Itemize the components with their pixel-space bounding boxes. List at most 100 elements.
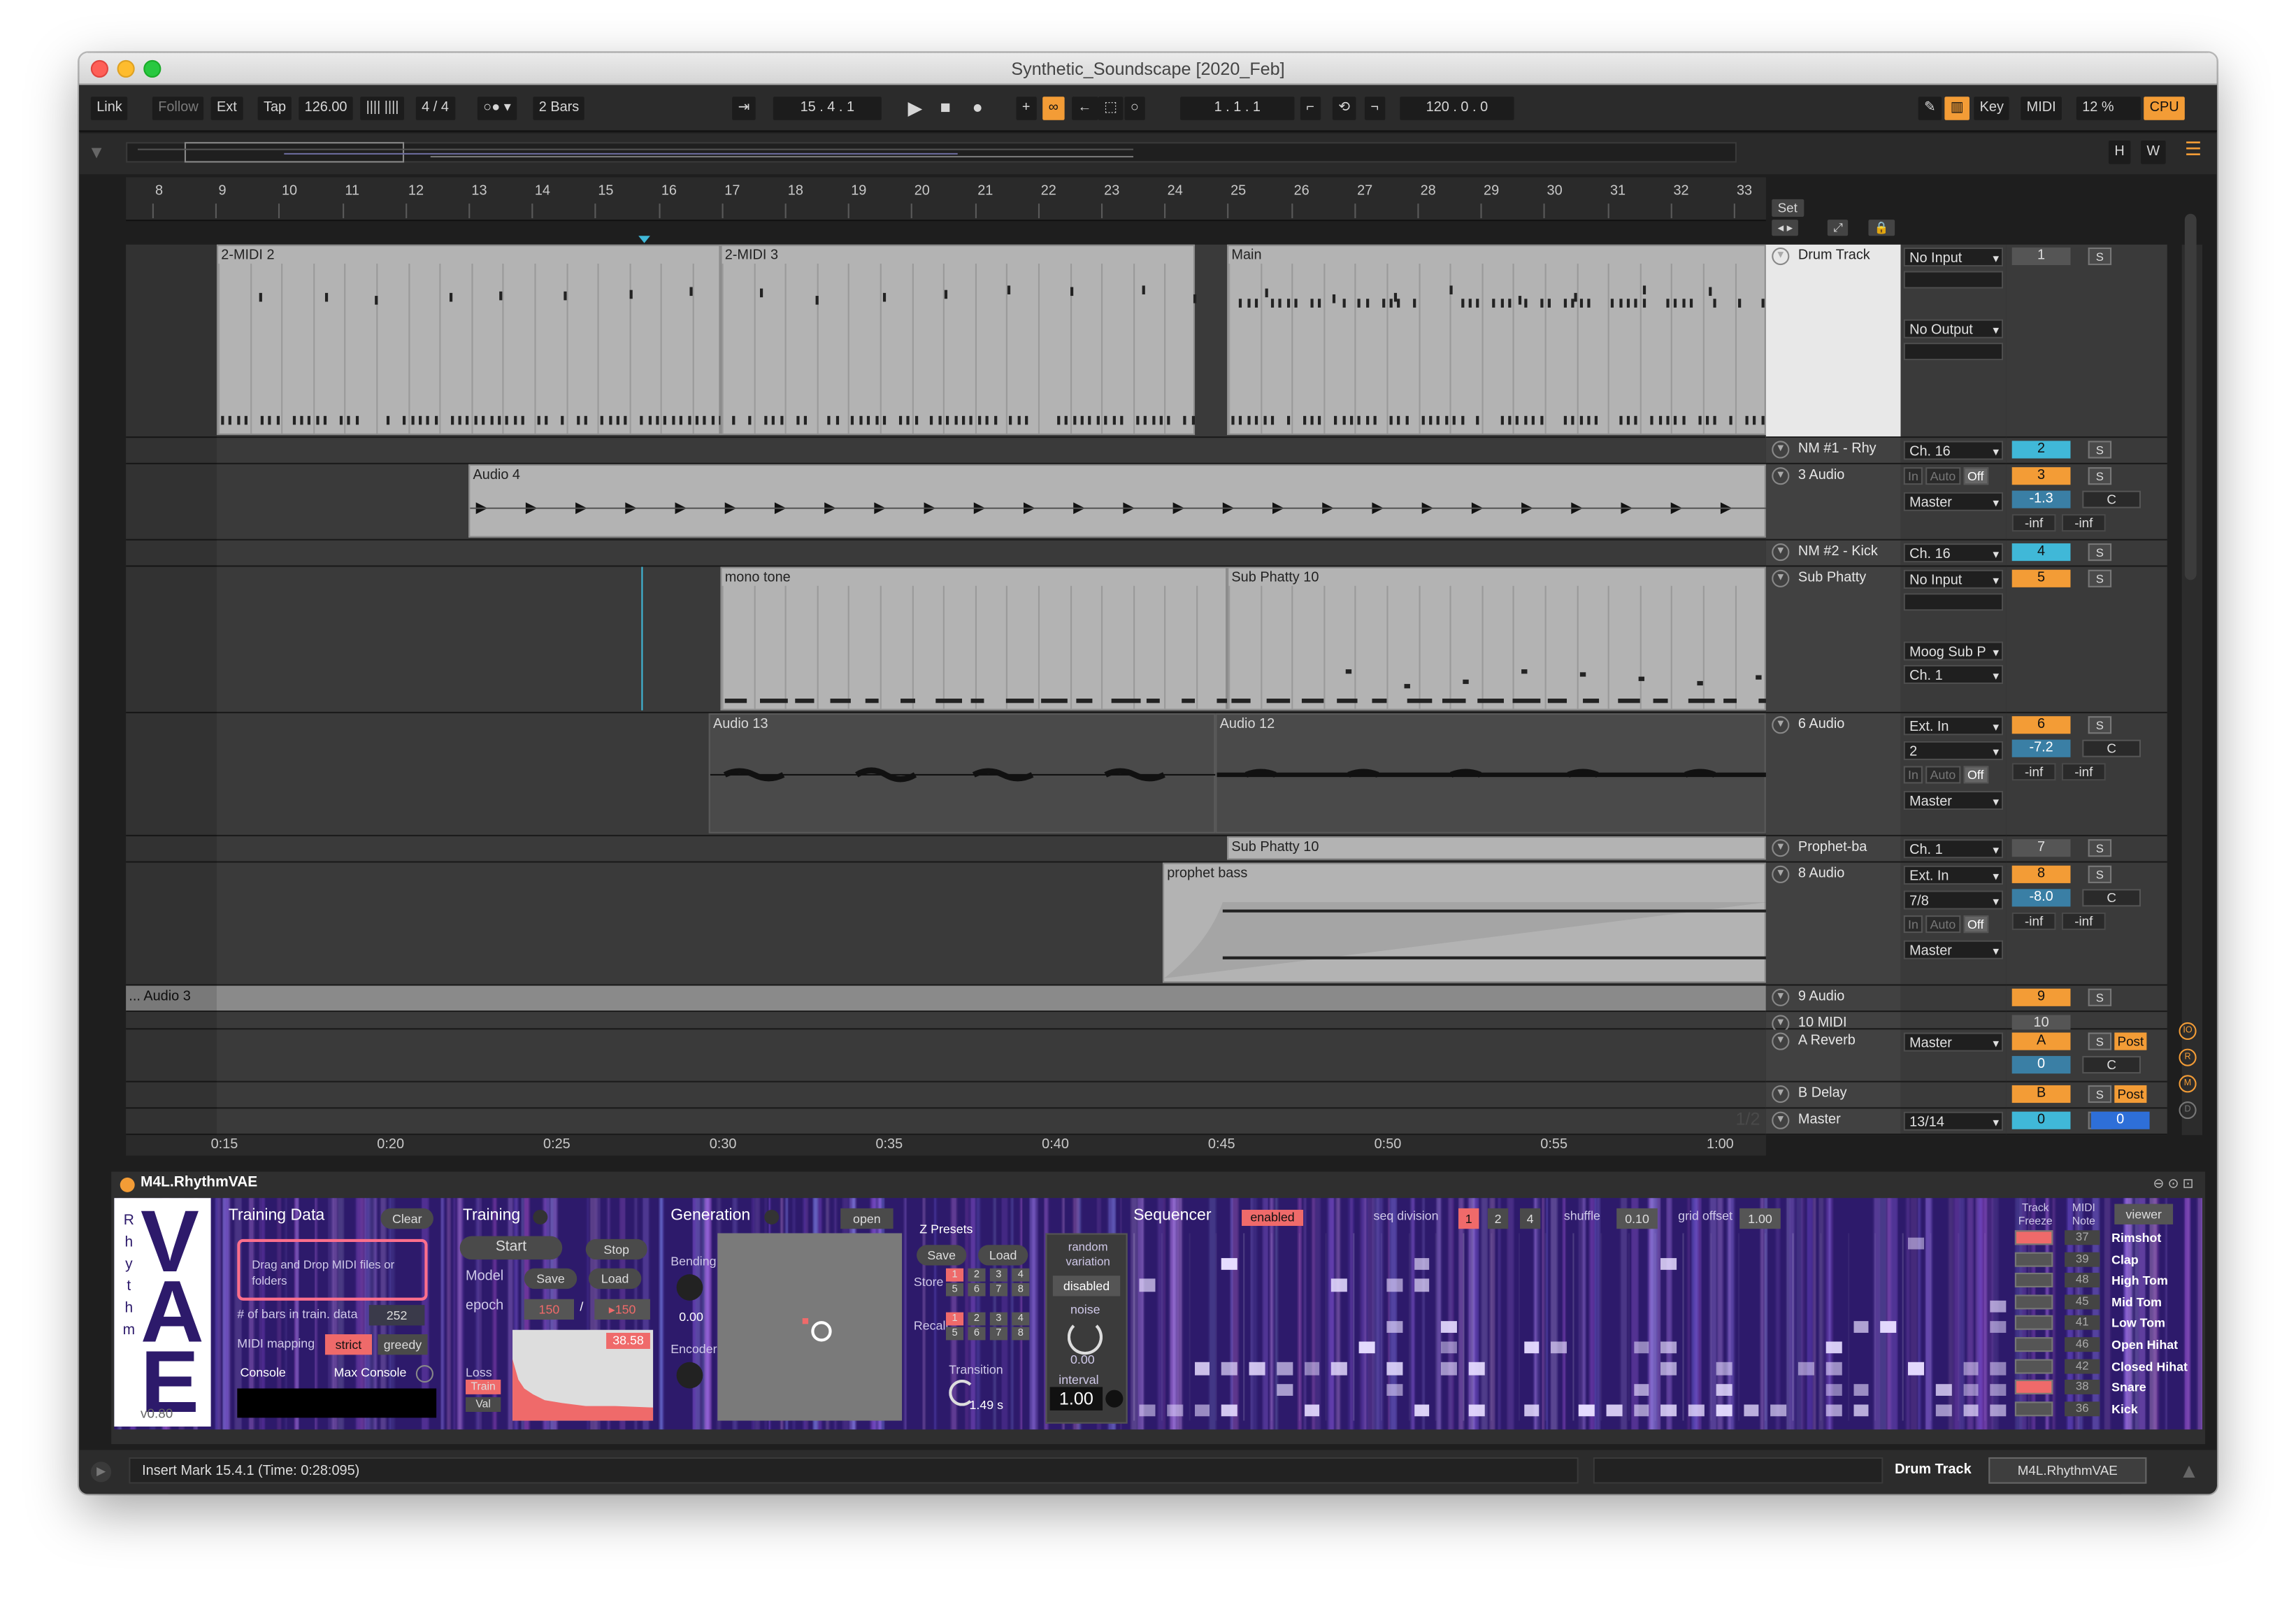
solo-button[interactable]: S bbox=[2088, 1085, 2112, 1103]
track-name[interactable]: 3 Audio bbox=[1798, 467, 1844, 483]
input-channel-menu[interactable]: 2 bbox=[1903, 741, 2004, 762]
sequencer-step[interactable] bbox=[1990, 1362, 2007, 1375]
fold-track-icon[interactable]: ▼ bbox=[1772, 441, 1790, 459]
audio-clip[interactable]: Audio 12 bbox=[1215, 713, 1767, 834]
midi-channel-menu[interactable]: Ch. 1 bbox=[1903, 839, 2004, 859]
fold-track-icon[interactable]: ▼ bbox=[1772, 716, 1790, 734]
output-type-menu[interactable]: Master bbox=[1903, 940, 2004, 961]
monitor-in-button[interactable]: In bbox=[1903, 467, 1923, 485]
track-activator-button[interactable]: 9 bbox=[2011, 988, 2071, 1006]
key-map-button[interactable]: Key bbox=[1974, 97, 2010, 120]
z-load-button[interactable]: Load bbox=[978, 1245, 1028, 1266]
fold-icon[interactable]: ▼ bbox=[88, 142, 106, 162]
loop-start-field[interactable]: 1 . 1 . 1 bbox=[1180, 97, 1295, 120]
encoder-knob[interactable] bbox=[676, 1362, 703, 1389]
pan-field[interactable]: C bbox=[2082, 1056, 2141, 1074]
sequencer-step[interactable] bbox=[1633, 1341, 1649, 1354]
track-name[interactable]: NM #2 - Kick bbox=[1798, 543, 1878, 559]
sequencer-step[interactable] bbox=[1414, 1279, 1430, 1292]
sequencer-step[interactable] bbox=[1963, 1383, 1979, 1396]
sequencer-step[interactable] bbox=[1880, 1320, 1897, 1334]
follow-arrow-icon[interactable]: ⇥ bbox=[732, 97, 756, 120]
sequencer-step[interactable] bbox=[1249, 1362, 1265, 1375]
midi-note-field[interactable]: 36 bbox=[2065, 1401, 2100, 1416]
track-lane[interactable] bbox=[126, 540, 1766, 567]
sequencer-step[interactable] bbox=[1743, 1404, 1759, 1417]
track-activator-button[interactable]: 4 bbox=[2011, 543, 2071, 562]
epoch-total[interactable]: ▸150 bbox=[594, 1299, 650, 1320]
overview-w-button[interactable]: W bbox=[2141, 141, 2166, 164]
view-toggle-d[interactable]: D bbox=[2179, 1101, 2197, 1120]
sequencer-step[interactable] bbox=[1358, 1341, 1375, 1354]
sequencer-step[interactable] bbox=[1798, 1362, 1814, 1375]
output-type-menu[interactable]: 13/14 bbox=[1903, 1111, 2004, 1132]
interval-value[interactable]: 1.00 bbox=[1049, 1387, 1103, 1410]
volume-field[interactable]: -8.0 bbox=[2011, 889, 2071, 907]
sequencer-step[interactable] bbox=[1386, 1362, 1402, 1375]
sequencer-step[interactable] bbox=[1414, 1258, 1430, 1271]
noise-knob[interactable] bbox=[1067, 1320, 1103, 1355]
track-header[interactable]: ▼ 9 Audio bbox=[1765, 985, 1901, 1013]
sequencer-step[interactable] bbox=[1825, 1341, 1842, 1354]
sequencer-step[interactable] bbox=[1414, 1404, 1430, 1417]
sequencer-step[interactable] bbox=[1193, 1362, 1210, 1375]
tap-tempo-button[interactable]: Tap bbox=[257, 97, 292, 120]
max-console-toggle[interactable] bbox=[415, 1364, 433, 1383]
audio-clip[interactable]: Audio 13 bbox=[708, 713, 1217, 834]
solo-button[interactable]: S bbox=[2088, 441, 2112, 459]
input-type-menu[interactable]: Ext. In bbox=[1903, 865, 2004, 886]
nudge-buttons-icon[interactable]: |||| |||| bbox=[360, 97, 405, 120]
sequencer-step[interactable] bbox=[1990, 1383, 2007, 1396]
store-slot[interactable]: 6 bbox=[968, 1283, 986, 1297]
fold-track-icon[interactable]: ▼ bbox=[1772, 1111, 1790, 1129]
z-save-button[interactable]: Save bbox=[917, 1245, 967, 1266]
track-header[interactable]: ▼ Master bbox=[1765, 1108, 1901, 1136]
sequencer-step[interactable] bbox=[1990, 1300, 2007, 1313]
monitor-auto-button[interactable]: Auto bbox=[1925, 766, 1960, 784]
sequencer-step[interactable] bbox=[1468, 1404, 1485, 1417]
sequencer-step[interactable] bbox=[1935, 1404, 1951, 1417]
fold-track-icon[interactable]: ▼ bbox=[1772, 467, 1790, 485]
lock-icon[interactable]: 🔒 bbox=[1868, 220, 1895, 236]
beat-time-ruler[interactable]: 8 9 10 11 12 13 14 15 16 17 18 19 20 21 22 23 24 25 26 27 28… bbox=[126, 177, 1766, 222]
signature-field[interactable]: 4 / 4 bbox=[415, 97, 455, 120]
track-freeze-toggle[interactable] bbox=[2014, 1294, 2053, 1309]
midi-note-field[interactable]: 45 bbox=[2065, 1294, 2100, 1309]
track-header[interactable]: ▼ A Reverb bbox=[1765, 1029, 1901, 1083]
track-activator-button[interactable]: 6 bbox=[2011, 716, 2071, 734]
sequencer-step[interactable] bbox=[1468, 1362, 1485, 1375]
sequencer-step[interactable] bbox=[1441, 1362, 1457, 1375]
store-slot[interactable]: 8 bbox=[1012, 1283, 1030, 1297]
track-activator-button[interactable]: 3 bbox=[2011, 467, 2071, 485]
sequencer-step[interactable] bbox=[1331, 1362, 1347, 1375]
sequencer-step[interactable] bbox=[1990, 1404, 2007, 1417]
track-freeze-toggle[interactable] bbox=[2014, 1251, 2053, 1266]
sequencer-step[interactable] bbox=[1139, 1404, 1155, 1417]
sequencer-step[interactable] bbox=[1221, 1258, 1237, 1271]
division-2-button[interactable]: 2 bbox=[1487, 1208, 1509, 1229]
solo-button[interactable]: S bbox=[2088, 543, 2112, 562]
recall-slot[interactable]: 7 bbox=[989, 1327, 1007, 1341]
sequencer-step[interactable] bbox=[1606, 1404, 1622, 1417]
solo-button[interactable]: S bbox=[2088, 1032, 2112, 1050]
midi-clip[interactable]: mono tone bbox=[720, 566, 1243, 710]
link-button[interactable]: Link bbox=[90, 97, 129, 120]
track-header[interactable]: ▼ 6 Audio bbox=[1765, 713, 1901, 836]
monitor-auto-button[interactable]: Auto bbox=[1925, 915, 1960, 934]
track-header[interactable]: ▼ 8 Audio bbox=[1765, 862, 1901, 986]
input-type-menu[interactable]: No Input bbox=[1903, 569, 2004, 590]
post-button[interactable]: Post bbox=[2114, 1085, 2147, 1103]
sequencer-step[interactable] bbox=[1716, 1383, 1732, 1396]
solo-button[interactable]: S bbox=[2088, 839, 2112, 857]
track-name[interactable]: Drum Track bbox=[1798, 248, 1870, 264]
stop-button[interactable]: ■ bbox=[934, 97, 956, 120]
sequencer-step[interactable] bbox=[1441, 1320, 1457, 1334]
play-button[interactable]: ▶ bbox=[902, 97, 928, 120]
sequencer-step[interactable] bbox=[1660, 1341, 1677, 1354]
sequencer-step[interactable] bbox=[1853, 1320, 1869, 1334]
midi-clip[interactable]: 2-MIDI 3 bbox=[720, 244, 1198, 436]
start-button[interactable]: Start bbox=[459, 1236, 563, 1260]
track-activator-button[interactable]: A bbox=[2011, 1032, 2071, 1050]
track-header[interactable]: ▼ 3 Audio bbox=[1765, 464, 1901, 541]
track-header[interactable]: ▼ NM #1 - Rhy bbox=[1765, 438, 1901, 464]
